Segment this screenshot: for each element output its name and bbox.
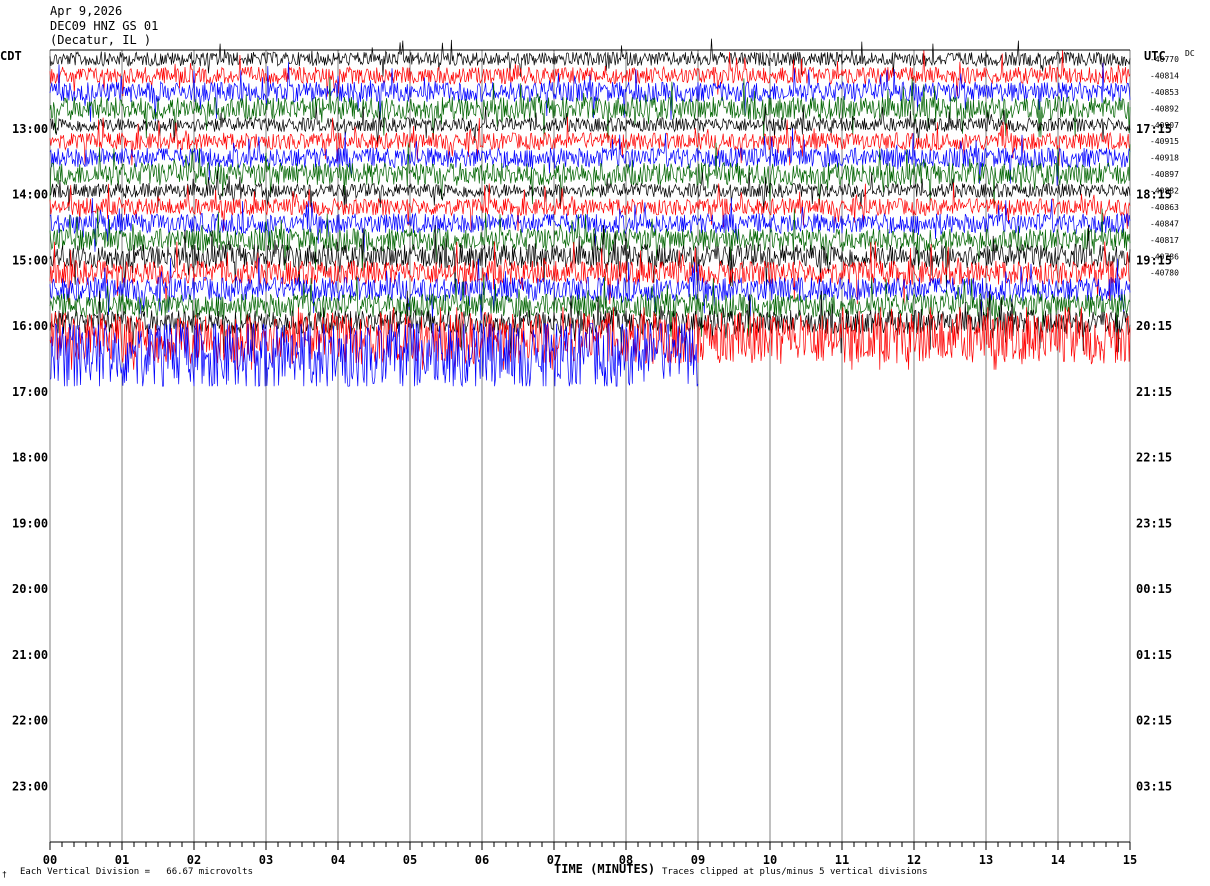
left-hour-label: 21:00 xyxy=(12,648,48,662)
x-tick-label: 04 xyxy=(331,853,345,867)
dc-offset-label: -40814 xyxy=(1150,71,1179,80)
x-tick-label: 10 xyxy=(763,853,777,867)
trace-row xyxy=(49,197,1131,253)
dc-offset-label: -40863 xyxy=(1150,203,1179,212)
clip-note: Traces clipped at plus/minus 5 vertical … xyxy=(662,867,928,877)
left-hour-label: 20:00 xyxy=(12,582,48,596)
right-hour-label: 21:15 xyxy=(1136,385,1172,399)
left-hour-label: 14:00 xyxy=(12,188,48,202)
x-tick-label: 09 xyxy=(691,853,705,867)
left-hour-label: 23:00 xyxy=(12,779,48,793)
right-hour-label: 22:15 xyxy=(1136,451,1172,465)
helicorder-chart: 00 01 02 03 04 05 06 07 08 09 10 11 12 13 14 1513:0014:… xyxy=(12,38,1179,867)
x-tick-label: 14 xyxy=(1051,853,1065,867)
x-tick-label: 03 xyxy=(259,853,273,867)
x-tick-label: 13 xyxy=(979,853,993,867)
left-hour-label: 16:00 xyxy=(12,319,48,333)
dc-offset-label: -40847 xyxy=(1150,219,1179,228)
dc-offset-label: -40780 xyxy=(1150,269,1179,278)
dc-offset-label: -40853 xyxy=(1150,88,1179,97)
dc-offset-label: -40892 xyxy=(1150,104,1179,113)
right-hour-label: 00:15 xyxy=(1136,582,1172,596)
trace-row xyxy=(49,307,1131,370)
x-tick-label: 02 xyxy=(187,853,201,867)
left-hour-label: 15:00 xyxy=(12,253,48,267)
corner-mark: † xyxy=(2,870,7,879)
x-tick-label: 05 xyxy=(403,853,417,867)
dc-offset-label: -40817 xyxy=(1150,236,1179,245)
right-timezone-label: UTC xyxy=(1144,49,1166,63)
left-hour-label: 18:00 xyxy=(12,451,48,465)
dc-offset-label: -40882 xyxy=(1150,187,1179,196)
dc-offset-label: -40918 xyxy=(1150,154,1179,163)
dc-offset-label: -40915 xyxy=(1150,137,1179,146)
dc-offset-label: -40897 xyxy=(1150,170,1179,179)
x-tick-label: 01 xyxy=(115,853,129,867)
scale-note: Each Vertical Division = 66.67 microvolt… xyxy=(20,867,253,877)
left-hour-label: 13:00 xyxy=(12,122,48,136)
x-axis-title: TIME (MINUTES) xyxy=(554,862,656,876)
x-tick-label: 12 xyxy=(907,853,921,867)
x-tick-label: 06 xyxy=(475,853,489,867)
station-subtitle: (Decatur, IL ) xyxy=(50,33,152,47)
plot-date: Apr 9,2026 xyxy=(50,4,123,18)
right-hour-label: 01:15 xyxy=(1136,648,1172,662)
right-hour-label: 03:15 xyxy=(1136,779,1172,793)
dc-offset-header: DC xyxy=(1185,49,1195,58)
x-tick-label: 11 xyxy=(835,853,849,867)
trace-layer xyxy=(49,38,1131,388)
trace-row xyxy=(49,128,1131,186)
dc-offset-label: -40786 xyxy=(1150,252,1179,261)
station-title: DEC09 HNZ GS 01 xyxy=(50,19,159,33)
x-tick-label: 00 xyxy=(43,853,57,867)
trace-row xyxy=(49,142,1131,206)
left-hour-label: 22:00 xyxy=(12,714,48,728)
left-timezone-label: CDT xyxy=(0,49,22,63)
trace-row xyxy=(49,50,1131,97)
right-hour-label: 23:15 xyxy=(1136,516,1172,530)
right-hour-label: 02:15 xyxy=(1136,714,1172,728)
right-hour-label: 20:15 xyxy=(1136,319,1172,333)
left-hour-label: 19:00 xyxy=(12,516,48,530)
x-tick-label: 15 xyxy=(1123,853,1137,867)
dc-offset-label: -40907 xyxy=(1150,121,1179,130)
left-hour-label: 17:00 xyxy=(12,385,48,399)
